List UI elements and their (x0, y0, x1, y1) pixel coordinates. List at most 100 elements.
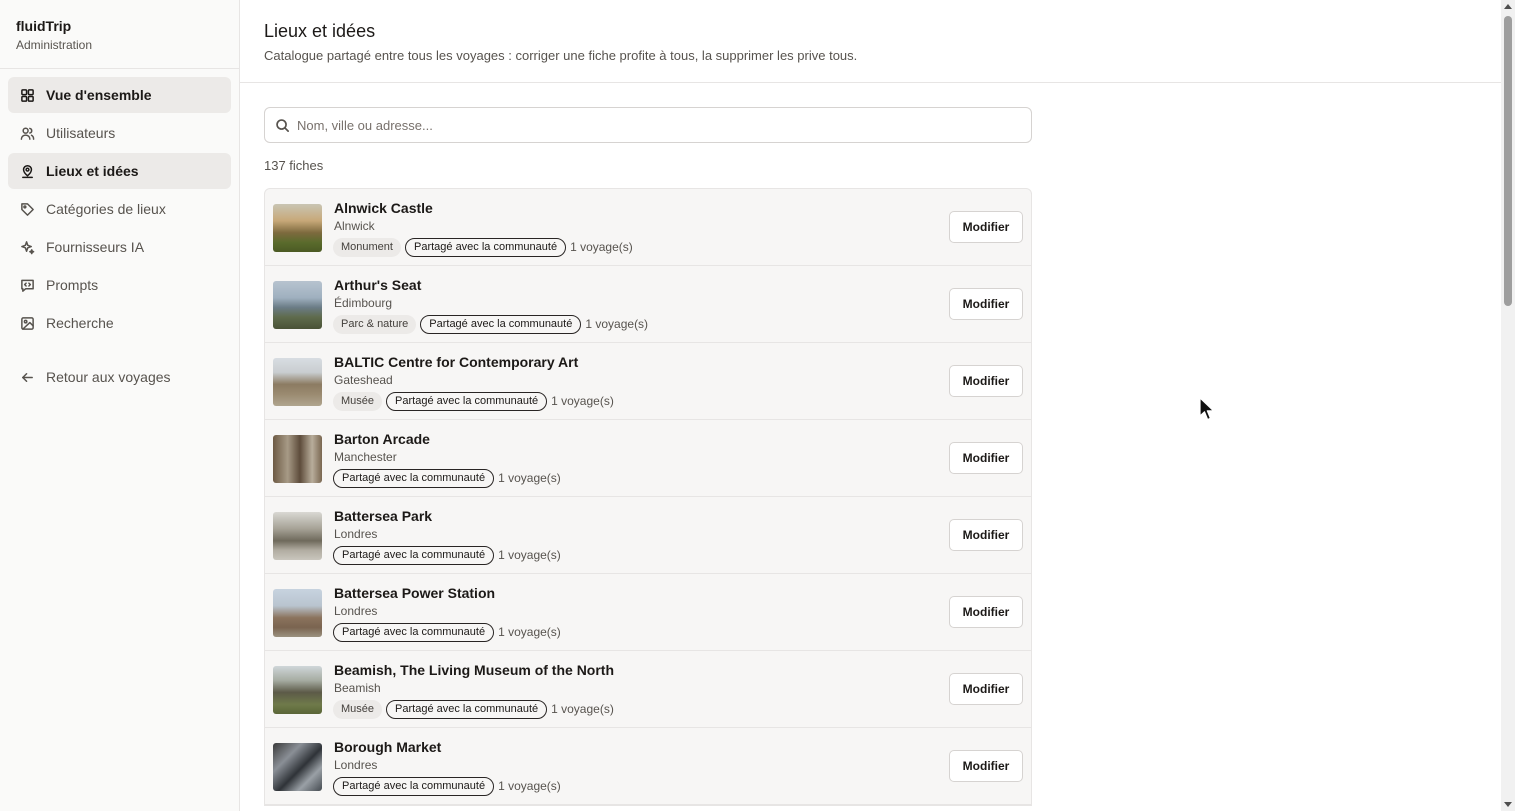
sidebar-item-places[interactable]: Lieux et idées (8, 153, 231, 189)
place-tags: Partagé avec la communauté 1 voyage(s) (333, 776, 561, 796)
brand-name: fluidTrip (16, 18, 72, 34)
place-tags: Partagé avec la communauté 1 voyage(s) (333, 468, 561, 488)
edit-button[interactable]: Modifier (949, 596, 1023, 628)
edit-button[interactable]: Modifier (949, 750, 1023, 782)
list-item: Alnwick Castle Alnwick Monument Partagé … (265, 189, 1031, 266)
place-city: Londres (334, 604, 378, 618)
place-tags: Monument Partagé avec la communauté 1 vo… (333, 237, 633, 257)
trips-count: 1 voyage(s) (498, 548, 561, 562)
sidebar-item-overview[interactable]: Vue d'ensemble (8, 77, 231, 113)
place-city: Beamish (334, 681, 381, 695)
place-name: Arthur's Seat (334, 277, 422, 293)
sidebar-nav: Vue d'ensemble Utilisateurs Lieux et idé… (0, 69, 239, 395)
sidebar-item-label: Prompts (46, 277, 99, 293)
shared-badge: Partagé avec la communauté (333, 468, 495, 488)
sidebar-item-search[interactable]: Recherche (8, 305, 231, 341)
arrow-left-icon (19, 369, 35, 385)
place-name: Barton Arcade (334, 431, 430, 447)
edit-button[interactable]: Modifier (949, 519, 1023, 551)
users-icon (19, 125, 35, 141)
place-thumbnail (273, 589, 322, 637)
list-item: Battersea Power Station Londres Partagé … (265, 574, 1031, 651)
trips-count: 1 voyage(s) (498, 779, 561, 793)
category-badge: Parc & nature (333, 314, 417, 334)
sidebar-item-label: Vue d'ensemble (46, 87, 152, 103)
tag-icon (19, 201, 35, 217)
shared-badge: Partagé avec la communauté (386, 699, 548, 719)
place-thumbnail (273, 666, 322, 714)
list-item: Borough Market Londres Partagé avec la c… (265, 728, 1031, 805)
page-header: Lieux et idées Catalogue partagé entre t… (240, 0, 1501, 83)
sidebar-item-label: Recherche (46, 315, 114, 331)
edit-button[interactable]: Modifier (949, 288, 1023, 320)
place-tags: Musée Partagé avec la communauté 1 voyag… (333, 391, 614, 411)
place-name: Alnwick Castle (334, 200, 433, 216)
edit-button[interactable]: Modifier (949, 673, 1023, 705)
image-icon (19, 315, 35, 331)
list-item: BALTIC Centre for Contemporary Art Gates… (265, 343, 1031, 420)
place-name: Beamish, The Living Museum of the North (334, 662, 615, 678)
list-item: Battersea Park Londres Partagé avec la c… (265, 497, 1031, 574)
category-badge: Musée (333, 391, 383, 411)
sidebar-item-label: Catégories de lieux (46, 201, 166, 217)
place-thumbnail (273, 743, 322, 791)
main-content: 137 fiches Alnwick Castle Alnwick Monume… (264, 107, 1032, 806)
place-tags: Musée Partagé avec la communauté 1 voyag… (333, 699, 614, 719)
place-thumbnail (273, 512, 322, 560)
list-item: Beamish, The Living Museum of the North … (265, 651, 1031, 728)
place-name: Battersea Power Station (334, 585, 496, 601)
back-to-trips-link[interactable]: Retour aux voyages (8, 359, 231, 395)
place-thumbnail (273, 204, 322, 252)
brand-subtitle: Administration (16, 38, 93, 52)
sidebar: fluidTrip Administration Vue d'ensemble … (0, 0, 240, 811)
trips-count: 1 voyage(s) (551, 702, 614, 716)
sidebar-item-ai-providers[interactable]: Fournisseurs IA (8, 229, 231, 265)
place-city: Londres (334, 758, 378, 772)
sidebar-item-label: Utilisateurs (46, 125, 116, 141)
search-input[interactable] (297, 108, 1017, 142)
sidebar-item-label: Lieux et idées (46, 163, 139, 179)
place-city: Alnwick (334, 219, 375, 233)
place-thumbnail (273, 281, 322, 329)
sparkles-icon (19, 239, 35, 255)
category-badge: Musée (333, 699, 383, 719)
brand: fluidTrip Administration (0, 0, 239, 69)
code-message-icon (19, 277, 35, 293)
sidebar-item-users[interactable]: Utilisateurs (8, 115, 231, 151)
scroll-up-arrow-icon[interactable] (1504, 4, 1512, 9)
place-name: Battersea Park (334, 508, 433, 524)
search-box (264, 107, 1032, 143)
mouse-cursor-icon (1199, 397, 1215, 421)
list-item: Arthur's Seat Édimbourg Parc & nature Pa… (265, 266, 1031, 343)
place-name: BALTIC Centre for Contemporary Art (334, 354, 579, 370)
trips-count: 1 voyage(s) (585, 317, 649, 331)
sidebar-item-prompts[interactable]: Prompts (8, 267, 231, 303)
shared-badge: Partagé avec la communauté (333, 776, 495, 796)
place-tags: Parc & nature Partagé avec la communauté… (333, 314, 648, 334)
place-city: Édimbourg (334, 296, 393, 310)
back-to-trips-label: Retour aux voyages (46, 369, 171, 385)
scrollbar-thumb[interactable] (1504, 16, 1512, 306)
shared-badge: Partagé avec la communauté (386, 391, 548, 411)
place-name: Borough Market (334, 739, 442, 755)
edit-button[interactable]: Modifier (949, 442, 1023, 474)
place-thumbnail (273, 435, 322, 483)
sidebar-item-label: Fournisseurs IA (46, 239, 145, 255)
shared-badge: Partagé avec la communauté (333, 622, 495, 642)
edit-button[interactable]: Modifier (949, 211, 1023, 243)
edit-button[interactable]: Modifier (949, 365, 1023, 397)
place-city: Manchester (334, 450, 397, 464)
results-count: 137 fiches (264, 158, 324, 173)
search-icon (275, 118, 290, 133)
grid-icon (19, 87, 35, 103)
scroll-down-arrow-icon[interactable] (1504, 802, 1512, 807)
shared-badge: Partagé avec la communauté (420, 314, 582, 334)
list-item: Barton Arcade Manchester Partagé avec la… (265, 420, 1031, 497)
shared-badge: Partagé avec la communauté (333, 545, 495, 565)
category-badge: Monument (333, 237, 401, 257)
place-tags: Partagé avec la communauté 1 voyage(s) (333, 545, 561, 565)
nav-separator (8, 343, 231, 359)
sidebar-item-categories[interactable]: Catégories de lieux (8, 191, 231, 227)
page-scrollbar[interactable] (1501, 0, 1515, 811)
places-list: Alnwick Castle Alnwick Monument Partagé … (264, 188, 1032, 806)
